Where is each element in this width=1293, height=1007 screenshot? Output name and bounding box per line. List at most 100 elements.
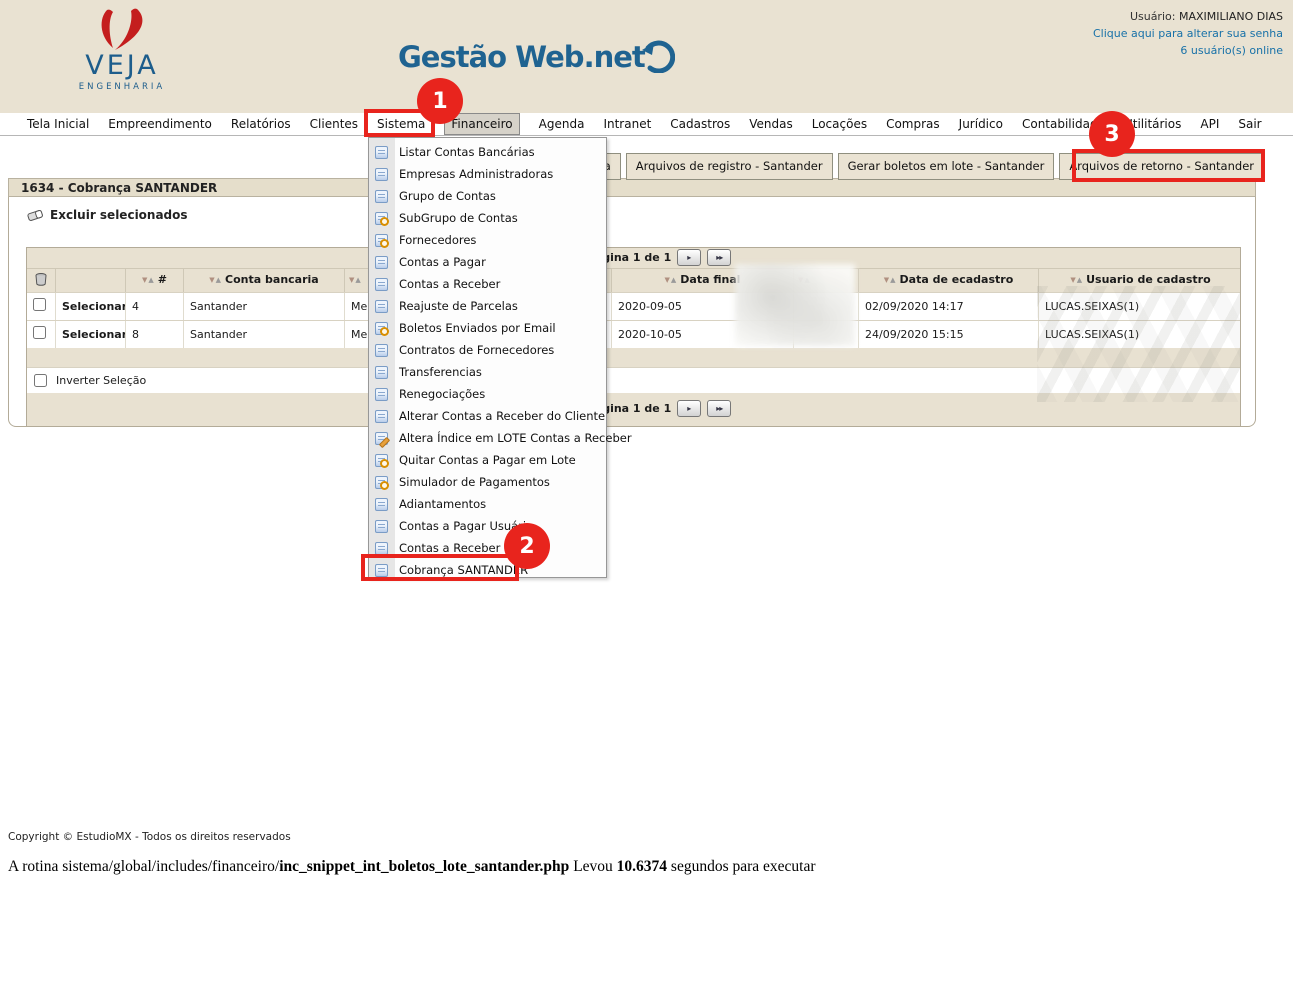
column-header-conta-bancaria[interactable]: Conta bancaria xyxy=(183,269,344,292)
menu-item-alterar-contas-a-receber-do-cliente[interactable]: Alterar Contas a Receber do Cliente xyxy=(369,405,606,427)
row-checkbox-cell xyxy=(27,293,55,320)
menu-item-simulador-de-pagamentos[interactable]: Simulador de Pagamentos xyxy=(369,471,606,493)
copyright-text: Copyright © EstudioMX - Todos os direito… xyxy=(8,831,291,843)
financeiro-dropdown-menu: Listar Contas Bancárias Empresas Adminis… xyxy=(368,137,607,578)
search-icon xyxy=(375,454,388,467)
delete-column-header xyxy=(27,269,55,292)
menu-item-subgrupo-de-contas[interactable]: SubGrupo de Contas xyxy=(369,207,606,229)
document-icon xyxy=(375,366,388,379)
row-bank: Santander xyxy=(183,321,344,348)
nav-item-relatorios[interactable]: Relatórios xyxy=(231,117,291,131)
select-link[interactable]: Selecionar xyxy=(55,293,125,320)
document-icon xyxy=(375,564,388,577)
document-icon xyxy=(375,388,388,401)
menu-item-contas-a-pagar[interactable]: Contas a Pagar xyxy=(369,251,606,273)
nav-item-contabilidade[interactable]: Contabilidade xyxy=(1022,117,1105,131)
menu-item-reajuste-de-parcelas[interactable]: Reajuste de Parcelas xyxy=(369,295,606,317)
menu-item-adiantamentos[interactable]: Adiantamentos xyxy=(369,493,606,515)
table-row: Selecionar 4 Santander Mens 2020-09-05 0… xyxy=(27,292,1240,320)
sort-icons[interactable] xyxy=(349,276,361,284)
row-num: 4 xyxy=(125,293,183,320)
nav-item-intranet[interactable]: Intranet xyxy=(603,117,651,131)
tab-arquivos-registro[interactable]: Arquivos de registro - Santander xyxy=(626,153,833,180)
next-page-button[interactable] xyxy=(677,249,701,266)
document-icon xyxy=(375,278,388,291)
menu-item-renegociacoes[interactable]: Renegociações xyxy=(369,383,606,405)
nav-item-utilitarios[interactable]: Utilitários xyxy=(1124,117,1181,131)
search-icon xyxy=(375,322,388,335)
document-icon xyxy=(375,146,388,159)
routine-time: 10.6374 xyxy=(617,858,667,875)
row-cadastro: 24/09/2020 15:15 xyxy=(858,321,1038,348)
select-link[interactable]: Selecionar xyxy=(55,321,125,348)
document-icon xyxy=(375,498,388,511)
menu-item-contratos-de-fornecedores[interactable]: Contratos de Fornecedores xyxy=(369,339,606,361)
document-icon xyxy=(375,542,388,555)
document-icon xyxy=(375,190,388,203)
menu-item-transferencias[interactable]: Transferencias xyxy=(369,361,606,383)
nav-item-juridico[interactable]: Jurídico xyxy=(959,117,1003,131)
menu-item-quitar-contas-a-pagar-em-lote[interactable]: Quitar Contas a Pagar em Lote xyxy=(369,449,606,471)
document-icon xyxy=(375,256,388,269)
sort-icons[interactable] xyxy=(209,276,221,284)
row-checkbox[interactable] xyxy=(33,326,46,339)
menu-item-listar-contas-bancarias[interactable]: Listar Contas Bancárias xyxy=(369,141,606,163)
sort-icons[interactable] xyxy=(142,276,154,284)
nav-item-locacoes[interactable]: Locações xyxy=(812,117,867,131)
row-num: 8 xyxy=(125,321,183,348)
column-header-data-ecadastro[interactable]: Data de ecadastro xyxy=(858,269,1038,292)
invert-selection-row: Inverter Seleção xyxy=(27,367,1240,393)
menu-item-contas-a-receber[interactable]: Contas a Receber xyxy=(369,273,606,295)
row-checkbox-cell xyxy=(27,321,55,348)
menu-item-contas-a-pagar-usuario[interactable]: Contas a Pagar Usuário xyxy=(369,515,606,537)
invert-selection-checkbox[interactable] xyxy=(34,374,47,387)
menu-item-empresas-administradoras[interactable]: Empresas Administradoras xyxy=(369,163,606,185)
change-password-link[interactable]: Clique aqui para alterar sua senha xyxy=(1093,25,1283,42)
nav-item-vendas[interactable]: Vendas xyxy=(749,117,793,131)
last-page-button[interactable] xyxy=(707,400,731,417)
nav-item-cadastros[interactable]: Cadastros xyxy=(670,117,730,131)
app-window: VEJA ENGENHARIA Gestão Web.net Usuário: … xyxy=(0,0,1293,1007)
cobranca-table: Página 1 de 1 # Conta bancaria Data fin xyxy=(26,247,1241,427)
menu-item-grupo-de-contas[interactable]: Grupo de Contas xyxy=(369,185,606,207)
delete-selected-button[interactable]: Excluir selecionados xyxy=(27,208,188,222)
sort-icons[interactable] xyxy=(664,276,676,284)
tab-gerar-boletos[interactable]: Gerar boletos em lote - Santander xyxy=(838,153,1055,180)
sort-icons[interactable] xyxy=(884,276,896,284)
santander-tabs: Outra Empresa Arquivos de registro - San… xyxy=(514,153,1264,180)
redacted-area xyxy=(735,264,855,346)
online-users: 6 usuário(s) online xyxy=(1093,42,1283,59)
next-page-button[interactable] xyxy=(677,400,701,417)
eraser-icon xyxy=(27,209,44,222)
nav-item-sair[interactable]: Sair xyxy=(1238,117,1261,131)
menu-item-fornecedores[interactable]: Fornecedores xyxy=(369,229,606,251)
nav-item-empreendimento[interactable]: Empreendimento xyxy=(108,117,212,131)
row-usuario: LUCAS.SEIXAS(1) xyxy=(1038,321,1242,348)
document-icon xyxy=(375,520,388,533)
routine-prefix: A rotina sistema/global/includes/finance… xyxy=(8,858,279,875)
menu-item-altera-indice-em-lote[interactable]: Altera Índice em LOTE Contas a Receber xyxy=(369,427,606,449)
search-icon xyxy=(375,212,388,225)
nav-item-tela-inicial[interactable]: Tela Inicial xyxy=(27,117,89,131)
menu-item-boletos-enviados-por-email[interactable]: Boletos Enviados por Email xyxy=(369,317,606,339)
nav-item-compras[interactable]: Compras xyxy=(886,117,940,131)
row-checkbox[interactable] xyxy=(33,298,46,311)
routine-mid: Levou xyxy=(569,858,616,875)
nav-item-financeiro[interactable]: Financeiro xyxy=(444,113,519,135)
menu-item-cobranca-santander[interactable]: Cobrança SANTANDER xyxy=(369,559,606,581)
menu-item-contas-a-receber-usuario[interactable]: Contas a Receber Usuário xyxy=(369,537,606,559)
sort-icons[interactable] xyxy=(1070,276,1082,284)
nav-item-sistema[interactable]: Sistema xyxy=(377,117,425,131)
nav-item-clientes[interactable]: Clientes xyxy=(310,117,358,131)
last-page-button[interactable] xyxy=(707,249,731,266)
routine-timing-text: A rotina sistema/global/includes/finance… xyxy=(8,858,816,876)
column-header-usuario[interactable]: Usuario de cadastro xyxy=(1038,269,1242,292)
column-header-num[interactable]: # xyxy=(125,269,183,292)
tab-arquivos-retorno[interactable]: Arquivos de retorno - Santander xyxy=(1059,153,1264,180)
document-icon xyxy=(375,410,388,423)
page-title: 1634 - Cobrança SANTANDER xyxy=(8,178,1256,197)
nav-item-api[interactable]: API xyxy=(1200,117,1219,131)
nav-item-agenda[interactable]: Agenda xyxy=(539,117,585,131)
circular-arrow-icon xyxy=(641,35,675,73)
row-cadastro: 02/09/2020 14:17 xyxy=(858,293,1038,320)
